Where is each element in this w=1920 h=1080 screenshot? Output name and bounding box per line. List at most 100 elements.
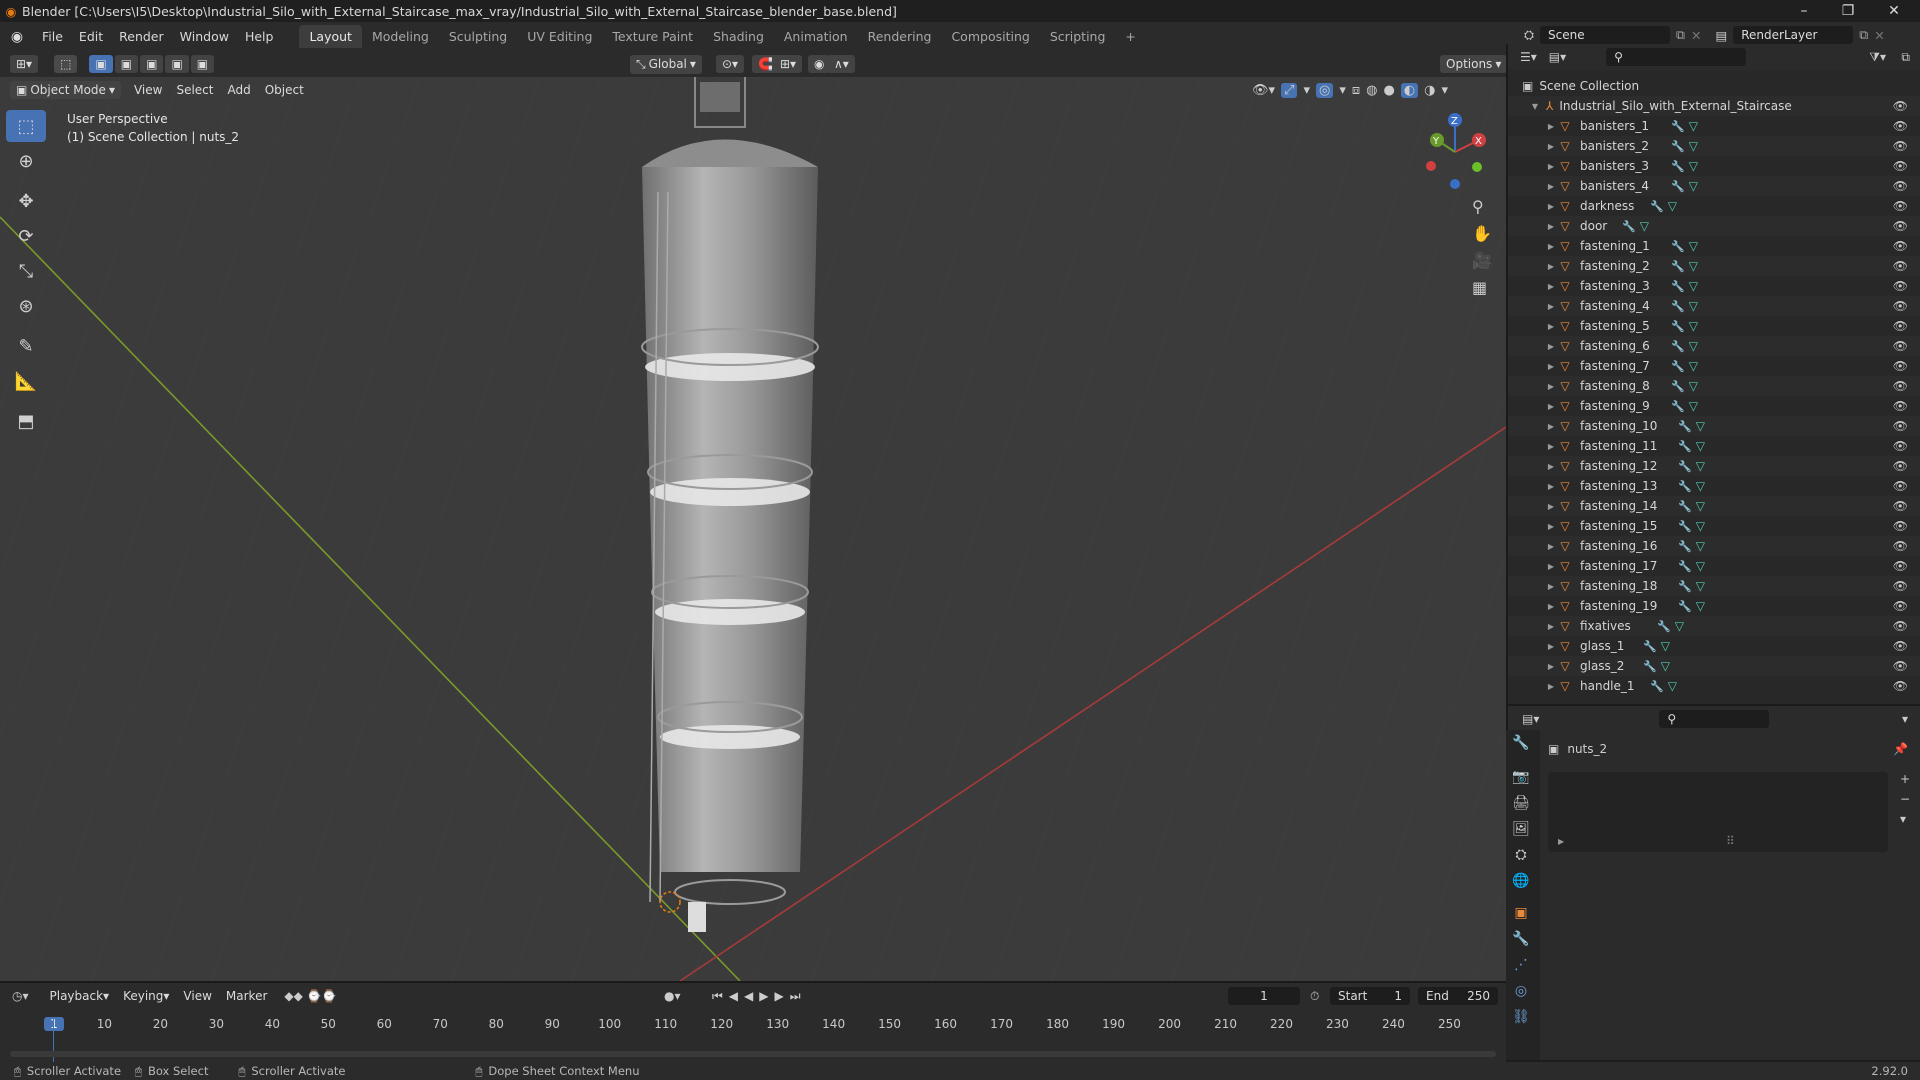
menu-select[interactable]: Select xyxy=(169,81,220,99)
render-tab-icon[interactable]: 📷 xyxy=(1506,764,1536,790)
outliner-item[interactable]: ▶ ▽ banisters_4 🔧 ▽ 👁 xyxy=(1508,176,1920,196)
resize-handle-icon[interactable]: ⠿ xyxy=(1726,834,1735,848)
visibility-eye-icon[interactable]: 👁 xyxy=(1893,299,1908,313)
outliner-item[interactable]: ▶ ▽ fastening_12 🔧 ▽ 👁 xyxy=(1508,456,1920,476)
tab-scripting[interactable]: Scripting xyxy=(1040,25,1116,48)
snap-target-icon[interactable]: ⊞▾ xyxy=(774,55,803,73)
expand-icon[interactable]: ▶ xyxy=(1546,682,1556,691)
visibility-eye-icon[interactable]: 👁 xyxy=(1893,359,1908,373)
gizmo-toggle-icon[interactable]: ⤢ xyxy=(1281,82,1298,98)
mesh-data-icon[interactable]: ▽ xyxy=(1689,259,1698,273)
expand-icon[interactable]: ▶ xyxy=(1546,662,1556,671)
select-box-tool-icon[interactable]: ⬚ xyxy=(6,110,46,142)
tab-shading[interactable]: Shading xyxy=(703,25,774,48)
tab-modeling[interactable]: Modeling xyxy=(362,25,439,48)
visibility-eye-icon[interactable]: 👁 xyxy=(1893,99,1908,113)
output-tab-icon[interactable]: 🖨 xyxy=(1506,790,1536,816)
material-slot-list[interactable]: ▶ ⠿ xyxy=(1548,772,1888,852)
outliner-item[interactable]: ▶ ▽ fastening_4 🔧 ▽ 👁 xyxy=(1508,296,1920,316)
modifier-wrench-icon[interactable]: 🔧 xyxy=(1671,140,1685,153)
mesh-data-icon[interactable]: ▽ xyxy=(1689,339,1698,353)
modifier-wrench-icon[interactable]: 🔧 xyxy=(1650,680,1664,693)
visibility-eye-icon[interactable]: 👁 xyxy=(1893,499,1908,513)
world-tab-icon[interactable]: 🌐 xyxy=(1506,868,1536,894)
scene-field[interactable]: Scene xyxy=(1540,26,1671,44)
modifier-wrench-icon[interactable]: 🔧 xyxy=(1643,660,1657,673)
outliner-item[interactable]: ▶ ▽ banisters_3 🔧 ▽ 👁 xyxy=(1508,156,1920,176)
mesh-data-icon[interactable]: ▽ xyxy=(1689,279,1698,293)
select-intersect-icon[interactable]: ▣ xyxy=(190,55,215,73)
outliner-item[interactable]: ▶ ▽ fastening_17 🔧 ▽ 👁 xyxy=(1508,556,1920,576)
modifier-wrench-icon[interactable]: 🔧 xyxy=(1671,320,1685,333)
modifier-wrench-icon[interactable]: 🔧 xyxy=(1671,180,1685,193)
editor-type-icon[interactable]: ⊞▾ xyxy=(10,55,39,73)
mesh-data-icon[interactable]: ▽ xyxy=(1696,599,1705,613)
visibility-eye-icon[interactable]: 👁 xyxy=(1893,259,1908,273)
visibility-eye-icon[interactable]: 👁 xyxy=(1893,459,1908,473)
visibility-eye-icon[interactable]: 👁 xyxy=(1893,159,1908,173)
grid-view-icon[interactable]: ▦ xyxy=(1472,278,1492,297)
modifier-wrench-icon[interactable]: 🔧 xyxy=(1643,640,1657,653)
outliner-editor-icon[interactable]: ☰▾ xyxy=(1520,50,1537,64)
display-mode-icon[interactable]: ▤▾ xyxy=(1549,50,1566,64)
expand-icon[interactable]: ▶ xyxy=(1558,837,1564,846)
expand-icon[interactable]: ▶ xyxy=(1546,122,1556,131)
properties-editor-icon[interactable]: ▤▾ xyxy=(1522,712,1539,726)
tab-texture-paint[interactable]: Texture Paint xyxy=(602,25,703,48)
modifier-wrench-icon[interactable]: 🔧 xyxy=(1671,120,1685,133)
modifier-wrench-icon[interactable]: 🔧 xyxy=(1678,580,1692,593)
expand-icon[interactable]: ▶ xyxy=(1546,562,1556,571)
rotate-tool-icon[interactable]: ⟳ xyxy=(6,220,46,252)
mesh-data-icon[interactable]: ▽ xyxy=(1696,459,1705,473)
mesh-data-icon[interactable]: ▽ xyxy=(1689,299,1698,313)
expand-icon[interactable]: ▶ xyxy=(1546,202,1556,211)
visibility-eye-icon[interactable]: 👁 xyxy=(1893,179,1908,193)
filter-icon[interactable]: ⧩▾ xyxy=(1869,50,1886,65)
visibility-eye-icon[interactable]: 👁 xyxy=(1893,139,1908,153)
render-layer-icon[interactable]: ▤ xyxy=(1715,28,1727,43)
falloff-icon[interactable]: ∧▾ xyxy=(828,55,855,73)
close-icon[interactable]: ✕ xyxy=(1872,0,1916,22)
outliner-search-input[interactable]: ⚲ xyxy=(1606,48,1747,66)
remove-slot-icon[interactable]: − xyxy=(1900,792,1910,806)
mesh-data-icon[interactable]: ▽ xyxy=(1689,239,1698,253)
modifier-wrench-icon[interactable]: 🔧 xyxy=(1671,240,1685,253)
modifier-tab-icon[interactable]: 🔧 xyxy=(1506,926,1536,952)
modifier-wrench-icon[interactable]: 🔧 xyxy=(1678,460,1692,473)
constraints-tab-icon[interactable]: ⛓ xyxy=(1506,1004,1536,1030)
visibility-eye-icon[interactable]: 👁 xyxy=(1893,279,1908,293)
expand-icon[interactable]: ▼ xyxy=(1530,102,1540,111)
menu-object[interactable]: Object xyxy=(258,81,311,99)
outliner-item[interactable]: ▶ ▽ fastening_7 🔧 ▽ 👁 xyxy=(1508,356,1920,376)
maximize-icon[interactable]: ❐ xyxy=(1826,0,1870,22)
view-layer-tab-icon[interactable]: 🖼 xyxy=(1506,816,1536,842)
select-tool-icon[interactable]: ⬚ xyxy=(54,55,78,73)
slot-menu-icon[interactable]: ▾ xyxy=(1900,812,1910,826)
mesh-data-icon[interactable]: ▽ xyxy=(1661,659,1670,673)
menu-render[interactable]: Render xyxy=(111,29,172,44)
new-layer-icon[interactable]: ⧉ xyxy=(1859,27,1868,43)
expand-icon[interactable]: ▶ xyxy=(1546,262,1556,271)
remove-layer-icon[interactable]: ✕ xyxy=(1874,28,1884,43)
mesh-data-icon[interactable]: ▽ xyxy=(1689,359,1698,373)
material-shading-icon[interactable]: ◐ xyxy=(1400,82,1419,98)
blender-menu-icon[interactable]: ◉ xyxy=(0,29,34,45)
expand-icon[interactable]: ▶ xyxy=(1546,162,1556,171)
outliner-item[interactable]: ▶ ▽ handle_1 🔧 ▽ 👁 xyxy=(1508,676,1920,696)
modifier-wrench-icon[interactable]: 🔧 xyxy=(1678,420,1692,433)
expand-icon[interactable]: ▶ xyxy=(1546,182,1556,191)
expand-icon[interactable]: ▶ xyxy=(1546,242,1556,251)
mesh-data-icon[interactable]: ▽ xyxy=(1696,579,1705,593)
modifier-wrench-icon[interactable]: 🔧 xyxy=(1678,600,1692,613)
mesh-data-icon[interactable]: ▽ xyxy=(1689,319,1698,333)
expand-icon[interactable]: ▶ xyxy=(1546,342,1556,351)
overlay-toggle-icon[interactable]: ◎ xyxy=(1315,82,1334,98)
mesh-data-icon[interactable]: ▽ xyxy=(1696,519,1705,533)
outliner-item[interactable]: ▶ ▽ fastening_14 🔧 ▽ 👁 xyxy=(1508,496,1920,516)
solid-shading-icon[interactable]: ● xyxy=(1383,83,1394,98)
mesh-data-icon[interactable]: ▽ xyxy=(1696,479,1705,493)
properties-search-input[interactable]: ⚲ xyxy=(1659,710,1770,728)
modifier-wrench-icon[interactable]: 🔧 xyxy=(1678,480,1692,493)
visibility-eye-icon[interactable]: 👁 xyxy=(1893,439,1908,453)
modifier-wrench-icon[interactable]: 🔧 xyxy=(1671,260,1685,273)
